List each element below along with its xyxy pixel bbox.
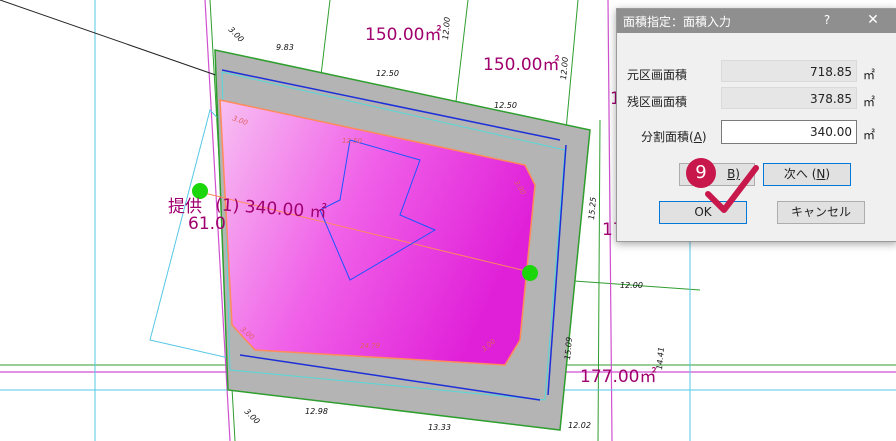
dim-label: 3.00 <box>227 25 246 44</box>
dim-label: 9.83 <box>276 43 294 52</box>
dim-label: 14.41 <box>655 347 666 371</box>
dim-label: 15.25 <box>587 197 598 221</box>
cancel-button[interactable]: キャンセル <box>777 201 865 224</box>
close-button[interactable]: ✕ <box>861 12 885 28</box>
dialog-titlebar[interactable]: 面積指定：面積入力 ? ✕ <box>617 9 896 33</box>
remaining-area-label: 残区画面積 <box>627 95 688 109</box>
unit-label: ㎡ <box>863 68 876 82</box>
split-area-input[interactable]: 340.00 <box>721 120 857 144</box>
partial-label-number: 61.0 <box>188 214 226 234</box>
boundary-line <box>0 0 231 81</box>
unit-label: ㎡ <box>863 128 876 142</box>
split-area-label: 分割面積(A) <box>641 130 707 144</box>
area-label-1: 150.00㎡ <box>365 25 441 45</box>
dim-label: 13.33 <box>428 423 451 432</box>
next-button[interactable]: 次へ (N) <box>763 163 851 186</box>
dim-label: 24.79 <box>360 342 381 350</box>
dim-label: 12.98 <box>305 407 328 416</box>
checkmark-icon <box>705 165 759 213</box>
split-point-right[interactable] <box>522 265 538 281</box>
dim-label: 12.00 <box>559 57 570 81</box>
remaining-area-field: 378.85 <box>721 87 857 109</box>
dim-label: 12.50 <box>342 137 363 145</box>
dim-label: 12.50 <box>494 101 517 110</box>
dim-label: 15.09 <box>563 337 574 361</box>
help-button[interactable]: ? <box>817 13 837 27</box>
dim-label: 12.02 <box>568 421 591 430</box>
dim-label: 12.50 <box>376 69 399 78</box>
unit-label: ㎡ <box>863 95 876 109</box>
dialog-title: 面積指定：面積入力 <box>623 15 732 29</box>
original-area-label: 元区画面積 <box>627 68 688 82</box>
original-area-field: 718.85 <box>721 60 857 82</box>
area-label-3: 177.00㎡ <box>580 367 656 387</box>
area-label-2: 150.00㎡ <box>483 55 559 75</box>
dim-label: 12.00 <box>620 281 643 290</box>
dim-label: 12.00 <box>441 17 452 41</box>
dim-label: 3.00 <box>243 407 262 426</box>
